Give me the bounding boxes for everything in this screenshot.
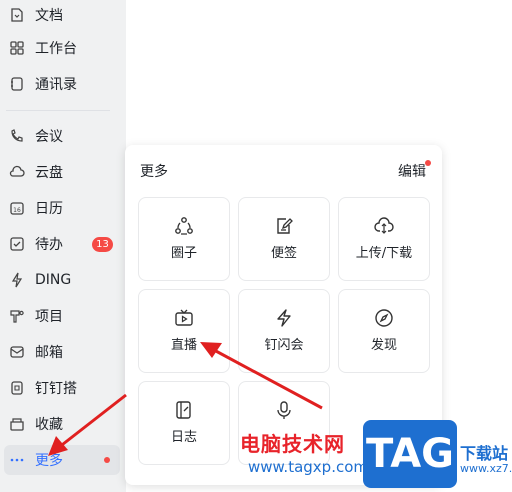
workbench-icon xyxy=(9,40,25,56)
sidebar-item-label: 日历 xyxy=(35,201,63,217)
watermark-url: www.tagxp.com xyxy=(248,458,368,476)
more-icon xyxy=(9,452,25,468)
contacts-icon xyxy=(9,76,25,92)
sidebar-item-meeting[interactable]: 会议 xyxy=(4,121,120,151)
sidebar-item-label: 通讯录 xyxy=(35,77,77,93)
app-note[interactable]: 便签 xyxy=(238,197,330,281)
panel-title: 更多 xyxy=(140,164,168,180)
sidebar: 文档 工作台 通讯录 会议 云盘 16 日历 待办 13 DING 项目 邮箱 … xyxy=(0,0,126,492)
svg-text:16: 16 xyxy=(13,207,21,214)
app-label: 便签 xyxy=(270,246,297,261)
sidebar-item-more[interactable]: 更多 xyxy=(4,445,120,475)
sidebar-item-label: DING xyxy=(35,272,72,288)
cloud-transfer-icon xyxy=(374,216,394,236)
sidebar-item-label: 邮箱 xyxy=(35,345,63,361)
app-circle[interactable]: 圈子 xyxy=(138,197,230,281)
sidebar-item-favorites[interactable]: 收藏 xyxy=(4,409,120,439)
app-live[interactable]: 直播 xyxy=(138,289,230,373)
sidebar-item-label: 待办 xyxy=(35,237,63,253)
app-discover[interactable]: 发现 xyxy=(338,289,430,373)
sidebar-item-todo[interactable]: 待办 13 xyxy=(4,229,120,259)
watermark-logo: TAG xyxy=(363,420,457,488)
watermark-site-url: www.xz7.com xyxy=(460,462,512,475)
favorites-icon xyxy=(9,416,25,432)
meeting-icon xyxy=(9,128,25,144)
notification-dot xyxy=(104,457,110,463)
sidebar-item-label: 文档 xyxy=(35,8,63,24)
sidebar-item-ding[interactable]: DING xyxy=(4,265,120,295)
note-icon xyxy=(274,216,294,236)
app-label: 直播 xyxy=(170,338,197,353)
sidebar-item-label: 工作台 xyxy=(35,41,77,57)
app-log[interactable]: 日志 xyxy=(138,381,230,465)
app-upload-download[interactable]: 上传/下载 xyxy=(338,197,430,281)
builder-icon xyxy=(9,380,25,396)
document-icon xyxy=(9,7,25,23)
project-icon xyxy=(9,308,25,324)
compass-icon xyxy=(374,308,394,328)
sidebar-divider xyxy=(6,110,110,111)
watermark-cn-text: 电脑技术网 xyxy=(240,432,345,456)
sidebar-item-workbench[interactable]: 工作台 xyxy=(4,33,120,63)
edit-button[interactable]: 编辑 xyxy=(398,161,426,181)
sidebar-item-label: 项目 xyxy=(35,309,63,325)
flash-icon xyxy=(274,308,294,328)
log-icon xyxy=(174,400,194,420)
todo-icon xyxy=(9,236,25,252)
app-label: 钉闪会 xyxy=(264,338,304,353)
sidebar-item-cloud[interactable]: 云盘 xyxy=(4,157,120,187)
sidebar-item-label: 云盘 xyxy=(35,165,63,181)
app-label: 日志 xyxy=(170,430,197,445)
watermark: 电脑技术网 www.tagxp.com TAG 下载站 www.xz7.com xyxy=(230,414,512,492)
app-label: 上传/下载 xyxy=(355,246,413,261)
watermark-site-text: 下载站 xyxy=(460,444,509,463)
todo-count-badge: 13 xyxy=(92,237,113,252)
app-label: 圈子 xyxy=(170,246,197,261)
cloud-icon xyxy=(9,164,25,180)
circle-icon xyxy=(174,216,194,236)
sidebar-item-builder[interactable]: 钉钉搭 xyxy=(4,373,120,403)
app-label: 发现 xyxy=(370,338,397,353)
sidebar-item-contacts[interactable]: 通讯录 xyxy=(4,69,120,99)
sidebar-item-label: 会议 xyxy=(35,129,63,145)
sidebar-item-mail[interactable]: 邮箱 xyxy=(4,337,120,367)
app-flash-meeting[interactable]: 钉闪会 xyxy=(238,289,330,373)
sidebar-item-label: 收藏 xyxy=(35,417,63,433)
live-icon xyxy=(174,308,194,328)
ding-icon xyxy=(9,272,25,288)
calendar-icon: 16 xyxy=(9,200,25,216)
sidebar-item-label: 更多 xyxy=(35,453,63,469)
edit-notification-dot xyxy=(425,160,431,166)
sidebar-item-docs[interactable]: 文档 xyxy=(4,0,120,30)
mail-icon xyxy=(9,344,25,360)
sidebar-item-calendar[interactable]: 16 日历 xyxy=(4,193,120,223)
sidebar-item-label: 钉钉搭 xyxy=(35,381,77,397)
sidebar-item-project[interactable]: 项目 xyxy=(4,301,120,331)
